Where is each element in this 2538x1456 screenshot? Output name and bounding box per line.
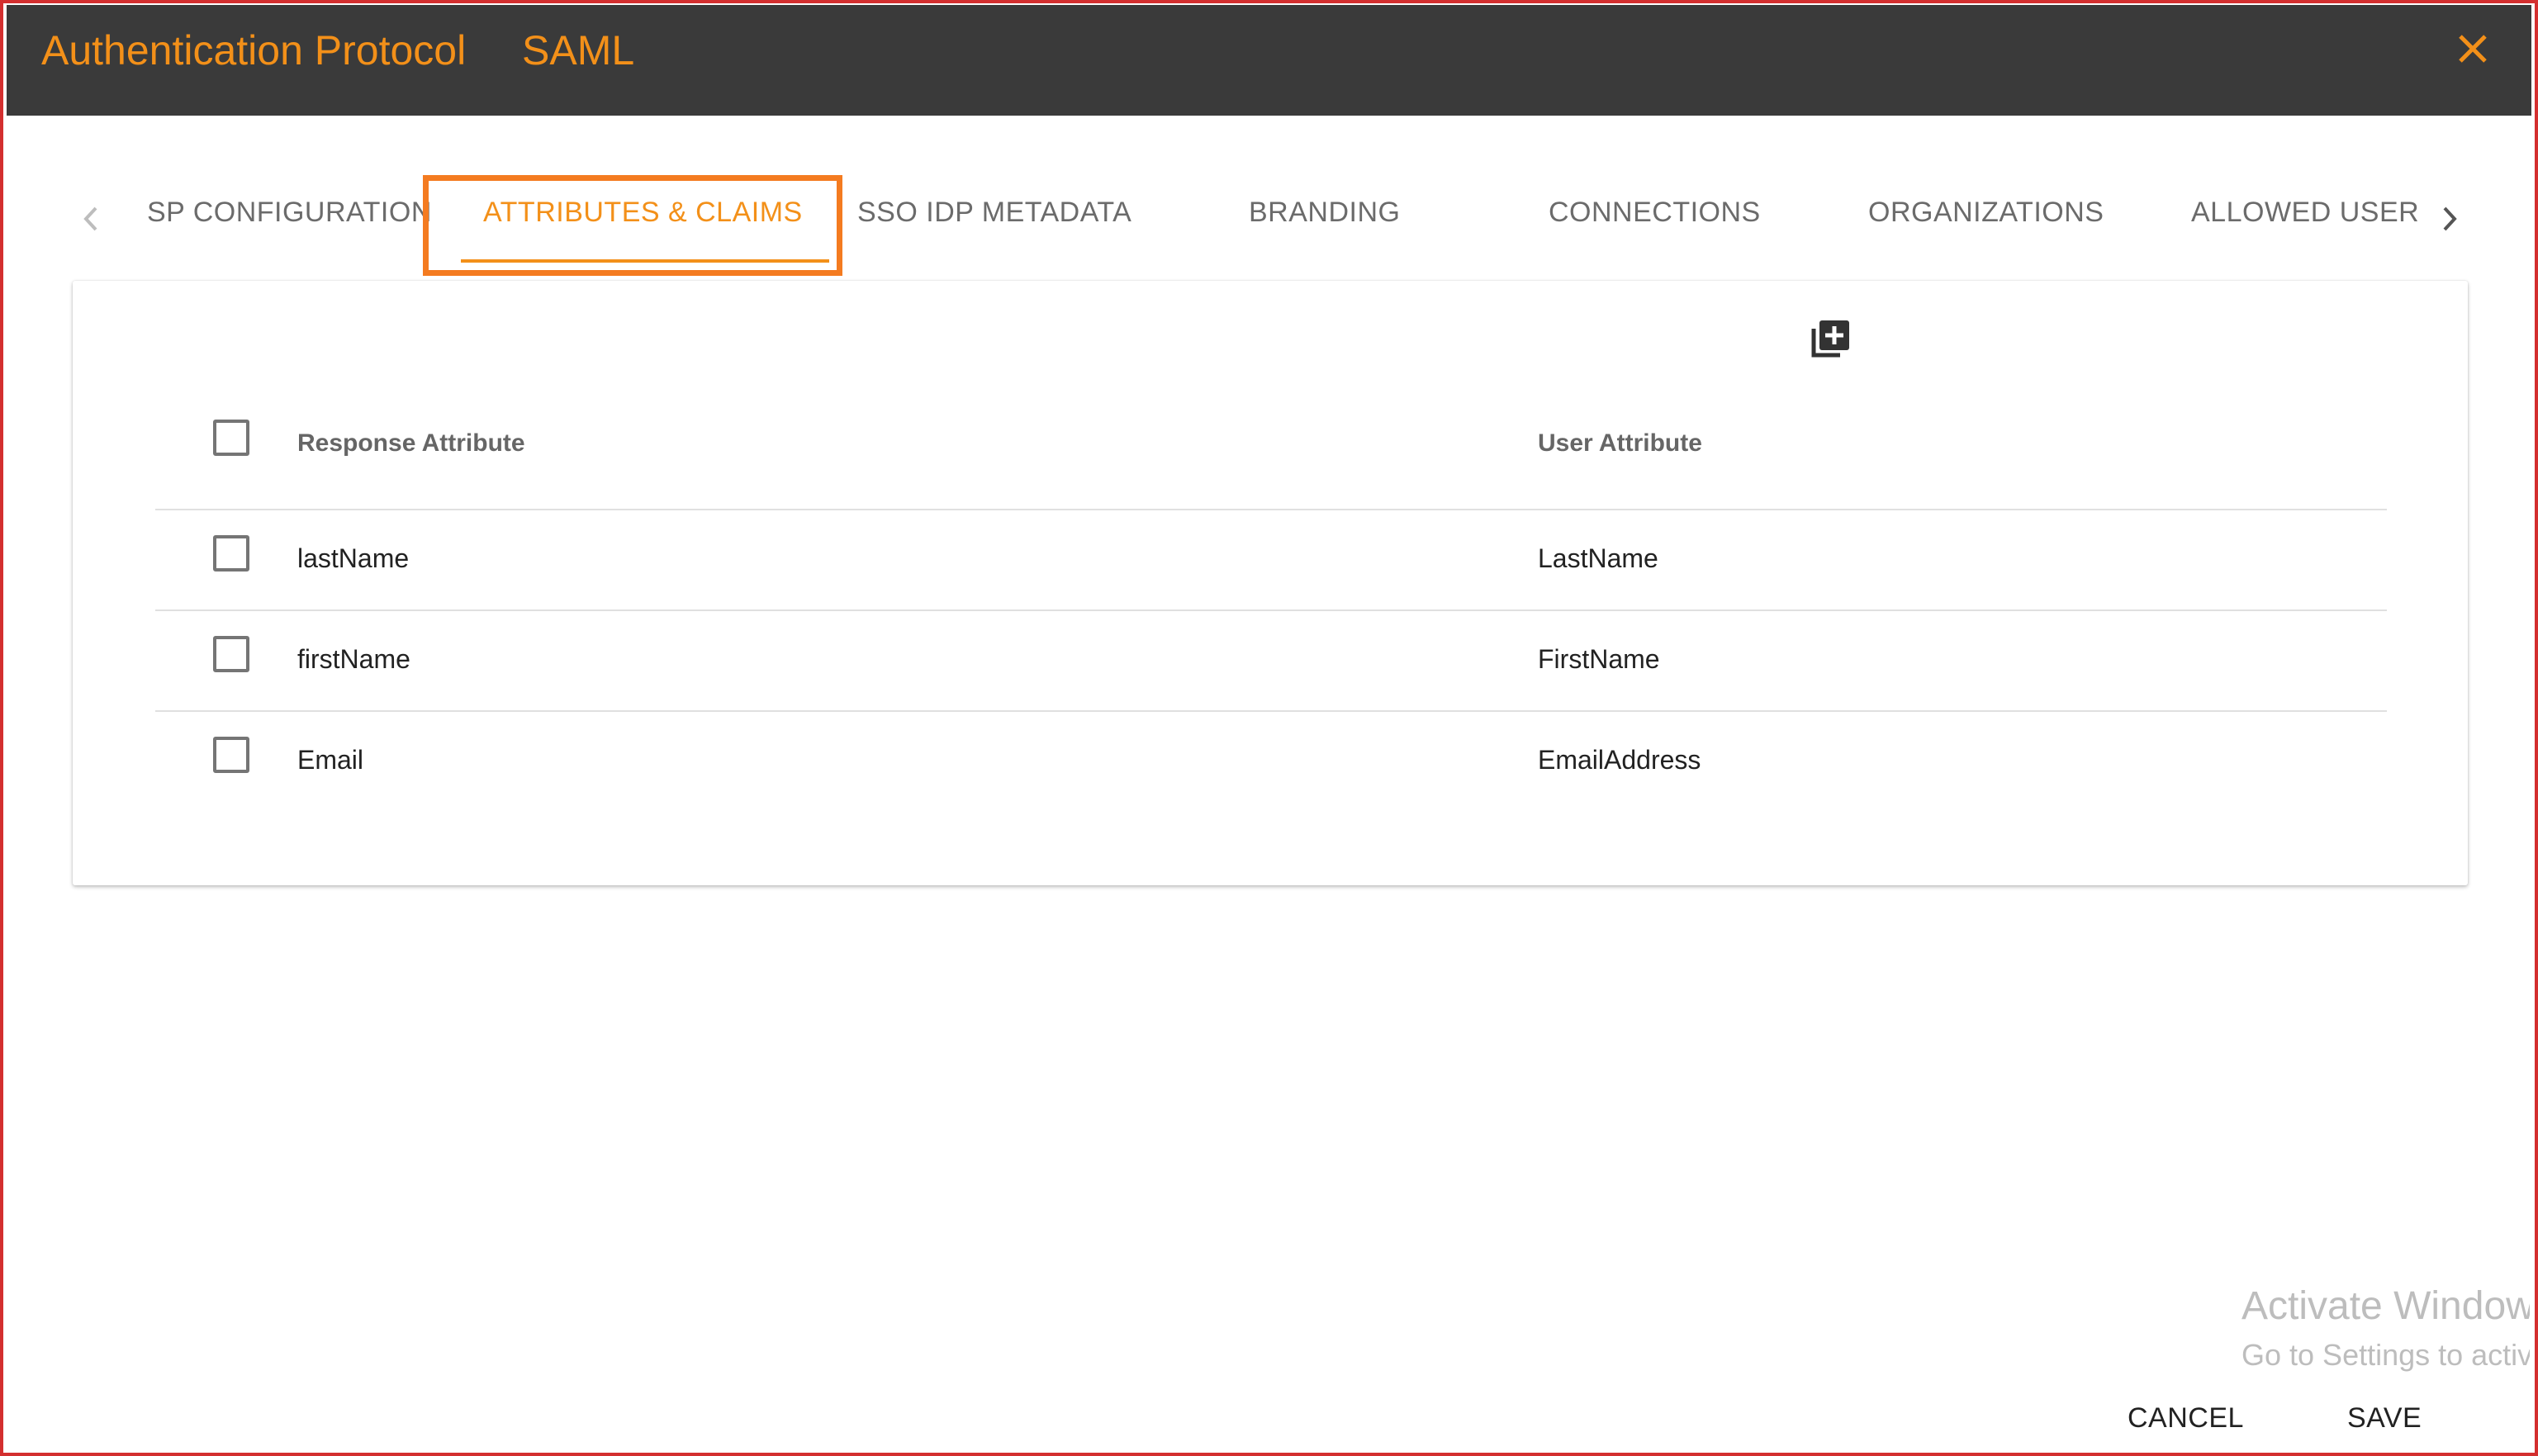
watermark-area: Activate Windows Go to Settings to activ…	[0, 0, 2530, 1456]
save-button[interactable]: SAVE	[2347, 1402, 2422, 1435]
cancel-button[interactable]: CANCEL	[2128, 1402, 2244, 1435]
activation-watermark-subtitle: Go to Settings to activate Windows.	[2242, 1338, 2530, 1372]
activation-watermark-title: Activate Windows	[2242, 1284, 2530, 1328]
